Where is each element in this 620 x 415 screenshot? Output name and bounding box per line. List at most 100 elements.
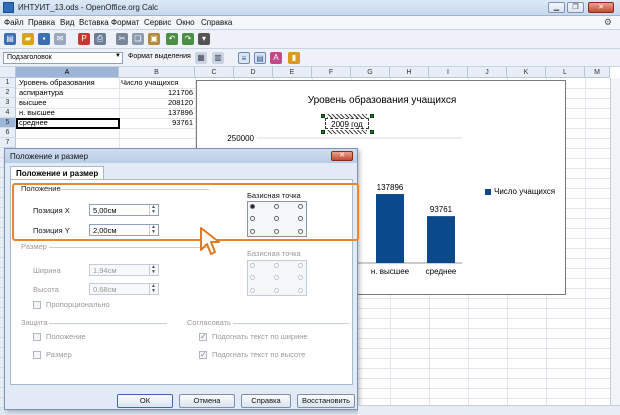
column-header-e[interactable]: E	[273, 67, 312, 78]
undo-icon[interactable]: ↶	[166, 33, 178, 45]
row-header-3[interactable]: 3	[0, 98, 16, 108]
cell-b3[interactable]: 208120	[119, 98, 195, 108]
menu-format[interactable]: Формат	[111, 18, 139, 27]
cell-b1[interactable]: Число учащихся	[119, 78, 195, 88]
protect-size-checkbox[interactable]	[33, 351, 41, 359]
copy-icon[interactable]: ❏	[132, 33, 144, 45]
protect-size-label: Размер	[46, 350, 72, 359]
open-icon[interactable]: ▰	[22, 33, 34, 45]
data-table-icon[interactable]: A	[270, 52, 282, 64]
protect-position-checkbox[interactable]	[33, 333, 41, 341]
row-header-2[interactable]: 2	[0, 88, 16, 98]
base-point-dot[interactable]	[298, 275, 303, 280]
row-header-7[interactable]: 7	[0, 138, 16, 148]
app-icon	[3, 2, 14, 13]
maximize-button[interactable]: ❐	[567, 2, 584, 13]
divider	[233, 323, 349, 324]
dialog-close-button[interactable]: ✕	[331, 151, 353, 161]
row-header-5[interactable]: 5	[0, 118, 16, 128]
pdf-icon[interactable]: P	[78, 33, 90, 45]
size-base-point-grid[interactable]	[247, 260, 307, 296]
format-selection-button[interactable]: Формат выделения	[128, 53, 191, 60]
new-icon[interactable]: ▤	[4, 33, 16, 45]
cell-a2[interactable]: аспирантура	[17, 88, 119, 98]
cell-a4[interactable]: н. высшее	[17, 108, 119, 118]
width-field[interactable]: 1,94см ▲ ▼	[89, 264, 159, 276]
column-header-k[interactable]: K	[507, 67, 546, 78]
menu-insert[interactable]: Вставка	[79, 18, 109, 27]
y-tick-label: 250000	[227, 134, 254, 143]
reset-button[interactable]: Восстановить	[297, 394, 355, 408]
column-header-b[interactable]: B	[119, 67, 195, 78]
properties-icon[interactable]: ▦	[195, 52, 207, 64]
legend-toggle-icon[interactable]: ▤	[254, 52, 266, 64]
grid-icon[interactable]: ≡	[238, 52, 250, 64]
cell-a3[interactable]: высшее	[17, 98, 119, 108]
menu-edit[interactable]: Правка	[28, 18, 55, 27]
format-toolbar: Подзаголовок ▼ Формат выделения ▦ ▥ ≡ ▤ …	[0, 49, 620, 67]
close-button[interactable]: ✕	[588, 2, 614, 13]
menu-window[interactable]: Окно	[176, 18, 195, 27]
base-point-dot[interactable]	[298, 288, 303, 293]
column-header-g[interactable]: G	[351, 67, 390, 78]
column-header-c[interactable]: C	[195, 67, 234, 78]
proportional-checkbox[interactable]	[33, 301, 41, 309]
row-header-1[interactable]: 1	[0, 78, 16, 88]
insert-chart-icon[interactable]: ▮	[288, 52, 300, 64]
column-header-d[interactable]: D	[234, 67, 273, 78]
column-header-m[interactable]: M	[585, 67, 610, 78]
menu-help[interactable]: Справка	[201, 18, 232, 27]
menu-tools[interactable]: Сервис	[144, 18, 171, 27]
fit-height-checkbox[interactable]	[199, 350, 207, 359]
style-select[interactable]: Подзаголовок ▼	[3, 52, 123, 64]
cell-b2[interactable]: 121706	[119, 88, 195, 98]
redo-icon[interactable]: ↷	[182, 33, 194, 45]
base-point-dot[interactable]	[250, 288, 255, 293]
cell-a1[interactable]: Уровень образования	[17, 78, 119, 88]
cut-icon[interactable]: ✂	[116, 33, 128, 45]
base-point-dot[interactable]	[274, 275, 279, 280]
row-header-4[interactable]: 4	[0, 108, 16, 118]
help-button[interactable]: Справка	[241, 394, 291, 408]
column-header-a[interactable]: A	[16, 67, 119, 78]
paste-icon[interactable]: ▣	[148, 33, 160, 45]
more-tools-icon[interactable]: ▾	[198, 33, 210, 45]
base-point-dot[interactable]	[274, 288, 279, 293]
base-point-dot[interactable]	[250, 275, 255, 280]
vertical-scrollbar[interactable]	[610, 78, 620, 405]
base-point-dot[interactable]	[274, 263, 279, 268]
tab-position-size[interactable]: Положение и размер	[10, 166, 105, 180]
update-icon[interactable]: ⚙	[604, 17, 612, 28]
cancel-button[interactable]: Отмена	[179, 394, 235, 408]
ok-button[interactable]: ОК	[117, 394, 173, 408]
spin-arrows-icon[interactable]: ▲ ▼	[149, 265, 157, 275]
fit-height-label: Подогнать текст по высоте	[212, 350, 306, 359]
row-header-6[interactable]: 6	[0, 128, 16, 138]
column-header-l[interactable]: L	[546, 67, 585, 78]
column-header-j[interactable]: J	[468, 67, 507, 78]
save-icon[interactable]: ▪	[38, 33, 50, 45]
height-label: Высота	[33, 285, 59, 294]
bar	[427, 216, 455, 263]
print-icon[interactable]: ⎙	[94, 33, 106, 45]
mail-icon[interactable]: ✉	[54, 33, 66, 45]
column-header-h[interactable]: H	[390, 67, 429, 78]
select-all-corner[interactable]	[0, 67, 16, 78]
legend-label: Число учащихся	[494, 187, 556, 196]
horizontal-scrollbar[interactable]	[358, 405, 620, 415]
base-point-dot[interactable]	[298, 263, 303, 268]
menu-view[interactable]: Вид	[60, 18, 74, 27]
cell-b4[interactable]: 137896	[119, 108, 195, 118]
column-header-i[interactable]: I	[429, 67, 468, 78]
chart-type-icon[interactable]: ▥	[212, 52, 224, 64]
base-point-dot[interactable]	[250, 263, 255, 268]
menu-file[interactable]: Файл	[4, 18, 24, 27]
category-label: н. высшее	[371, 267, 410, 276]
spin-arrows-icon[interactable]: ▲ ▼	[149, 284, 157, 294]
cell-b5[interactable]: 93761	[119, 118, 195, 128]
fit-width-checkbox[interactable]	[199, 332, 207, 341]
minimize-button[interactable]: ▁	[548, 2, 565, 13]
column-header-f[interactable]: F	[312, 67, 351, 78]
width-value: 1,94см	[93, 266, 117, 275]
height-field[interactable]: 0,68см ▲ ▼	[89, 283, 159, 295]
